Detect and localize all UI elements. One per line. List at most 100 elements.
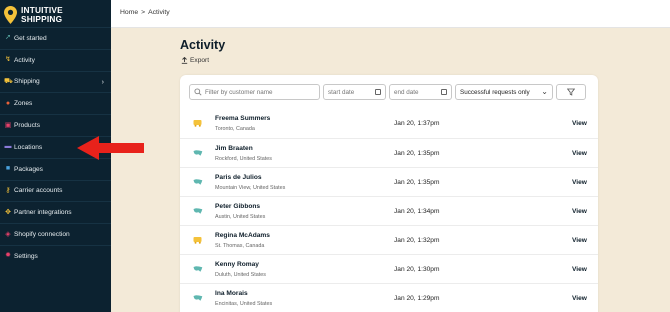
locations-icon: ▬ [4, 143, 12, 151]
view-link[interactable]: View [572, 208, 587, 215]
packages-icon: ■ [5, 165, 11, 173]
customer-name: Jim Braaten [215, 145, 253, 152]
breadcrumb-home[interactable]: Home [120, 9, 138, 16]
breadcrumb: Home > Activity [120, 9, 170, 16]
customer-name: Kenny Romay [215, 261, 259, 268]
products-icon: ▣ [4, 121, 12, 129]
start-date-input[interactable] [328, 88, 381, 96]
sidebar-item-label: Shipping [14, 78, 40, 86]
list-item[interactable]: Kenny Romay Duluth, United States Jan 20… [180, 254, 598, 283]
rocket-icon: ➚ [5, 34, 11, 42]
sidebar-item-label: Partner integrations [14, 209, 72, 217]
sidebar-item-products[interactable]: ▣ Products [0, 114, 111, 136]
request-status-select[interactable]: Successful requests only ⌄ [455, 84, 553, 100]
list-item[interactable]: Jim Braaten Rockford, United States Jan … [180, 138, 598, 167]
request-date: Jan 20, 1:30pm [394, 266, 440, 273]
customer-name: Paris de Julios [215, 174, 262, 181]
breadcrumb-separator: > [141, 9, 146, 16]
zones-icon: ● [5, 99, 11, 107]
brand-line-2: SHIPPING [21, 14, 63, 24]
customer-search[interactable] [189, 84, 320, 100]
customer-name: Regina McAdams [215, 232, 270, 239]
list-item[interactable]: Ina Morais Encinitas, United States Jan … [180, 283, 598, 312]
list-item[interactable]: Peter Gibbons Austin, United States Jan … [180, 196, 598, 225]
list-item[interactable]: Regina McAdams St. Thomas, Canada Jan 20… [180, 225, 598, 254]
activity-list: Freema Summers Toronto, Canada Jan 20, 1… [180, 109, 598, 312]
shopify-icon: ◈ [5, 230, 11, 238]
customer-location: Mountain View, United States [215, 185, 286, 191]
sidebar-item-activity[interactable]: ↯ Activity [0, 48, 111, 71]
us-map-icon [193, 179, 203, 185]
request-date: Jan 20, 1:35pm [394, 150, 440, 157]
end-date-input[interactable] [394, 88, 447, 96]
view-link[interactable]: View [572, 120, 587, 127]
list-item[interactable]: Freema Summers Toronto, Canada Jan 20, 1… [180, 109, 598, 138]
activity-icon: ↯ [5, 56, 11, 64]
brand-name: INTUITIVE SHIPPING [21, 6, 63, 23]
sidebar-item-label: Packages [14, 165, 43, 173]
breadcrumb-current: Activity [148, 9, 170, 16]
request-date: Jan 20, 1:35pm [394, 179, 440, 186]
red-arrow-annotation [77, 136, 144, 160]
customer-location: Rockford, United States [215, 156, 272, 162]
request-date: Jan 20, 1:29pm [394, 295, 440, 302]
gear-icon: ✹ [5, 252, 11, 260]
canada-flag-icon [193, 237, 202, 244]
location-pin-logo-icon [4, 6, 17, 24]
end-date-field[interactable] [389, 84, 452, 100]
export-label: Export [190, 57, 210, 64]
sidebar-item-label: Carrier accounts [14, 187, 63, 195]
sidebar-item-label: Shopify connection [14, 231, 70, 239]
us-map-icon [193, 150, 203, 156]
customer-search-input[interactable] [205, 88, 315, 96]
sidebar-item-label: Products [14, 122, 41, 130]
sidebar-item-zones[interactable]: ● Zones [0, 92, 111, 114]
us-map-icon [193, 295, 203, 301]
us-map-icon [193, 266, 203, 272]
customer-location: Austin, United States [215, 214, 266, 220]
page-title: Activity [180, 38, 226, 52]
sidebar-item-carrier-accounts[interactable]: ⚷ Carrier accounts [0, 179, 111, 202]
activity-card: Successful requests only ⌄ Freema Summer… [180, 75, 598, 312]
brand-logo[interactable]: INTUITIVE SHIPPING [4, 3, 63, 27]
start-date-field[interactable] [323, 84, 386, 100]
canada-flag-icon [193, 120, 202, 127]
customer-name: Peter Gibbons [215, 203, 261, 210]
search-icon [194, 88, 202, 96]
export-button[interactable]: Export [181, 57, 209, 64]
filter-icon [567, 88, 575, 96]
chevron-right-icon[interactable]: › [102, 79, 104, 86]
view-link[interactable]: View [572, 295, 587, 302]
customer-location: St. Thomas, Canada [215, 243, 265, 249]
shipping-icon: ⛟ [4, 77, 13, 85]
sidebar-item-label: Locations [14, 143, 43, 151]
view-link[interactable]: View [572, 150, 587, 157]
sidebar-item-shipping[interactable]: ⛟ Shipping › [0, 70, 111, 93]
customer-name: Ina Morais [215, 290, 248, 297]
sidebar-item-shopify-connection[interactable]: ◈ Shopify connection [0, 223, 111, 245]
sidebar-item-get-started[interactable]: ➚ Get started [0, 27, 111, 49]
integrations-icon: ✥ [5, 208, 11, 216]
filter-bar: Successful requests only ⌄ [189, 84, 586, 100]
us-map-icon [193, 208, 203, 214]
sidebar-item-partner-integrations[interactable]: ✥ Partner integrations [0, 201, 111, 223]
sidebar-item-label: Zones [14, 100, 33, 108]
key-icon: ⚷ [5, 186, 11, 194]
sidebar-item-label: Activity [14, 56, 35, 64]
customer-location: Encinitas, United States [215, 301, 273, 307]
view-link[interactable]: View [572, 237, 587, 244]
sidebar-item-label: Get started [14, 34, 47, 42]
request-date: Jan 20, 1:37pm [394, 120, 440, 127]
list-item[interactable]: Paris de Julios Mountain View, United St… [180, 167, 598, 196]
customer-name: Freema Summers [215, 115, 271, 122]
sidebar-item-settings[interactable]: ✹ Settings [0, 244, 111, 267]
chevron-down-icon: ⌄ [541, 87, 548, 96]
customer-location: Duluth, United States [215, 272, 266, 278]
view-link[interactable]: View [572, 179, 587, 186]
calendar-icon [441, 89, 447, 95]
view-link[interactable]: View [572, 266, 587, 273]
customer-location: Toronto, Canada [215, 126, 255, 132]
filter-button[interactable] [556, 84, 586, 100]
request-date: Jan 20, 1:32pm [394, 237, 440, 244]
select-value: Successful requests only [460, 88, 530, 96]
